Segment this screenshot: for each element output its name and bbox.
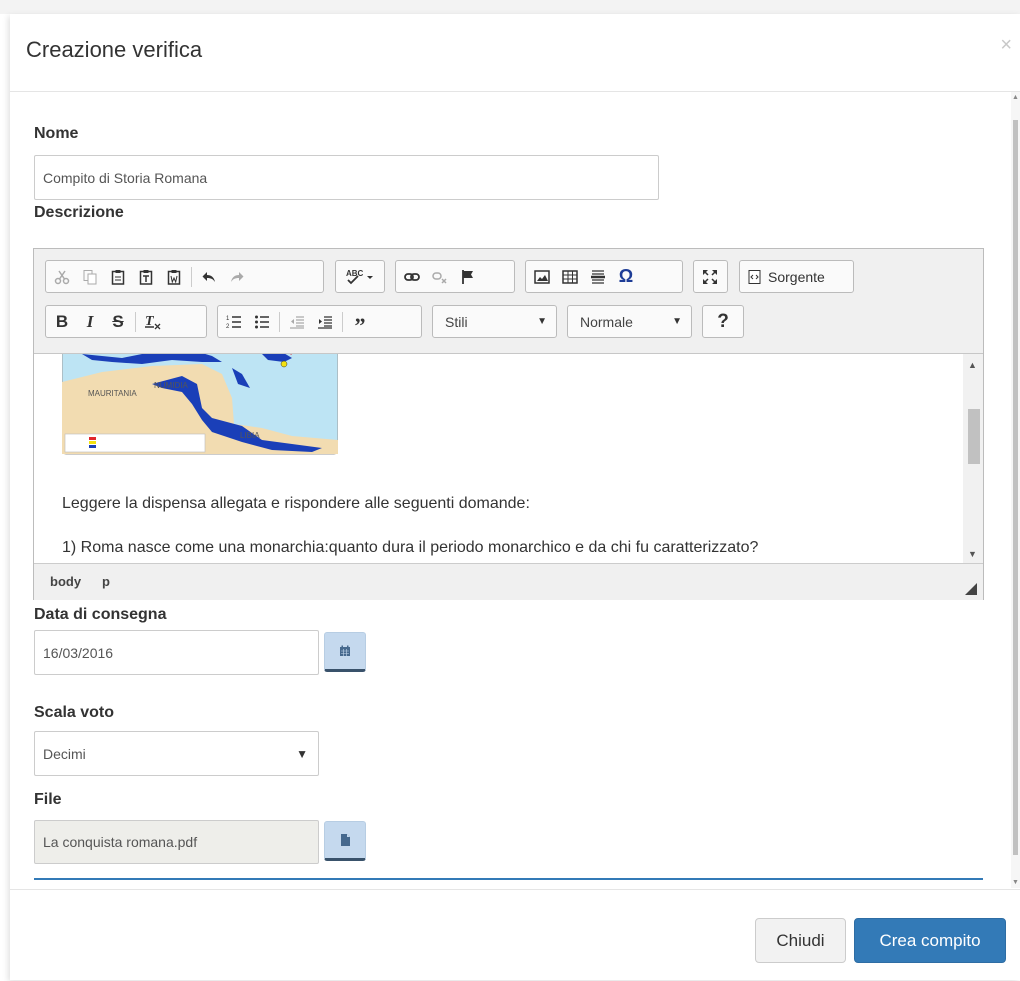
help-button[interactable]: ? — [702, 305, 744, 338]
editor-paragraph: 1) Roma nasce come una monarchia:quanto … — [62, 539, 759, 556]
maximize-group — [693, 260, 728, 293]
editor-scrollbar[interactable]: ▲ ▼ — [963, 354, 983, 563]
description-label: Descrizione — [34, 204, 124, 221]
maximize-icon[interactable] — [696, 263, 724, 290]
spellcheck-group: ABC — [335, 260, 385, 293]
remove-format-icon[interactable]: T — [139, 308, 167, 335]
toolbar-separator — [191, 266, 192, 287]
grade-scale-label: Scala voto — [34, 704, 115, 721]
increase-indent-icon[interactable] — [311, 308, 339, 335]
chevron-down-icon: ▼ — [296, 746, 308, 761]
due-date-value: 16/03/2016 — [43, 644, 114, 661]
special-char-omega-icon[interactable]: Ω — [612, 263, 640, 290]
svg-text:2: 2 — [226, 324, 230, 330]
clipboard-group — [45, 260, 324, 293]
strikethrough-icon[interactable]: S — [104, 308, 132, 335]
editor-toolbar: ABC Ω Sorgente B I S T 1 2 ” Stili ▼ Nor… — [34, 249, 983, 354]
file-label: File — [34, 791, 62, 808]
editor-content-area[interactable]: MAURITANIA NUMIDIA LIBIA Leggere la disp… — [34, 354, 963, 563]
map-label-libia: LIBIA — [240, 431, 260, 440]
close-button[interactable]: Chiudi — [755, 918, 846, 963]
anchor-flag-icon[interactable] — [454, 263, 482, 290]
blockquote-icon[interactable]: ” — [346, 308, 374, 338]
basic-styles-group: B I S T — [45, 305, 207, 338]
decrease-indent-icon[interactable] — [283, 308, 311, 335]
source-button[interactable]: Sorgente — [739, 260, 854, 293]
toolbar-separator — [342, 311, 343, 332]
toolbar-separator — [279, 311, 280, 332]
name-label: Nome — [34, 125, 79, 142]
grade-scale-select[interactable]: Decimi ▼ — [34, 731, 319, 776]
undo-icon[interactable] — [195, 263, 223, 290]
editor-scrollbar-thumb[interactable] — [968, 409, 980, 464]
paste-from-word-icon[interactable] — [160, 263, 188, 290]
file-input[interactable]: La conquista romana.pdf — [34, 820, 319, 864]
modal-body: Nome Compito di Storia Romana Descrizion… — [10, 92, 1020, 888]
format-label: Normale — [580, 313, 633, 330]
chevron-down-icon: ▼ — [672, 316, 682, 327]
modal-scrollbar-thumb[interactable] — [1013, 120, 1018, 855]
calendar-icon — [340, 645, 350, 656]
modal-scrollbar[interactable]: ▲ ▼ — [1011, 92, 1020, 888]
paste-icon[interactable] — [104, 263, 132, 290]
spellcheck-icon[interactable]: ABC — [338, 263, 382, 290]
map-label-numidia: NUMIDIA — [154, 381, 188, 390]
chevron-down-icon: ▼ — [537, 316, 547, 327]
map-image: MAURITANIA NUMIDIA LIBIA — [62, 354, 338, 455]
scroll-down-icon[interactable]: ▼ — [1012, 879, 1019, 886]
scroll-up-icon[interactable]: ▲ — [968, 360, 977, 370]
due-date-input[interactable]: 16/03/2016 — [34, 630, 319, 675]
progress-bar — [34, 878, 983, 880]
numbered-list-icon[interactable]: 12 — [220, 308, 248, 335]
svg-text:1: 1 — [226, 316, 230, 322]
help-label: ? — [717, 310, 729, 332]
table-icon[interactable] — [556, 263, 584, 290]
page-background-strip — [0, 0, 1020, 14]
path-p[interactable]: p — [102, 574, 110, 589]
scroll-up-icon[interactable]: ▲ — [1012, 94, 1019, 101]
name-input-value: Compito di Storia Romana — [43, 169, 208, 186]
list-indent-group: 12 ” — [217, 305, 422, 338]
file-name-value: La conquista romana.pdf — [43, 834, 198, 850]
close-icon[interactable]: × — [1000, 34, 1012, 57]
path-body[interactable]: body — [50, 574, 81, 589]
styles-dropdown[interactable]: Stili ▼ — [432, 305, 557, 338]
create-test-button[interactable]: Crea compito — [854, 918, 1006, 963]
map-label-mauritania: MAURITANIA — [88, 389, 137, 398]
svg-text:ABC: ABC — [346, 269, 364, 278]
link-group — [395, 260, 515, 293]
copy-icon[interactable] — [76, 263, 104, 290]
horizontal-line-icon[interactable] — [584, 263, 612, 290]
editor-paragraph: Leggere la dispensa allegata e risponder… — [62, 495, 530, 512]
format-dropdown[interactable]: Normale ▼ — [567, 305, 692, 338]
link-icon[interactable] — [398, 263, 426, 290]
modal-footer: Chiudi Crea compito — [10, 889, 1020, 981]
unlink-icon[interactable] — [426, 263, 454, 290]
styles-label: Stili — [445, 313, 468, 330]
create-test-modal: Creazione verifica × Nome Compito di Sto… — [10, 14, 1020, 980]
file-icon — [340, 834, 350, 846]
italic-icon[interactable]: I — [76, 308, 104, 335]
insert-group: Ω — [525, 260, 683, 293]
name-input[interactable]: Compito di Storia Romana — [34, 155, 659, 200]
bulleted-list-icon[interactable] — [248, 308, 276, 335]
modal-title: Creazione verifica — [26, 37, 203, 62]
source-icon — [748, 269, 761, 284]
bold-icon[interactable]: B — [48, 308, 76, 335]
editor-element-path: body p — [34, 563, 983, 600]
resize-handle-icon[interactable] — [965, 583, 977, 595]
toolbar-separator — [135, 311, 136, 332]
paste-text-icon[interactable] — [132, 263, 160, 290]
scroll-down-icon[interactable]: ▼ — [968, 549, 977, 559]
calendar-button[interactable] — [324, 632, 366, 672]
source-label: Sorgente — [768, 268, 825, 285]
rich-text-editor: ABC Ω Sorgente B I S T 1 2 ” Stili ▼ Nor… — [33, 248, 984, 600]
grade-scale-value: Decimi — [43, 745, 86, 762]
cut-icon[interactable] — [48, 263, 76, 290]
browse-file-button[interactable] — [324, 821, 366, 861]
redo-icon[interactable] — [223, 263, 251, 290]
image-icon[interactable] — [528, 263, 556, 290]
due-date-label: Data di consegna — [34, 606, 167, 623]
modal-header: Creazione verifica × — [10, 14, 1020, 92]
